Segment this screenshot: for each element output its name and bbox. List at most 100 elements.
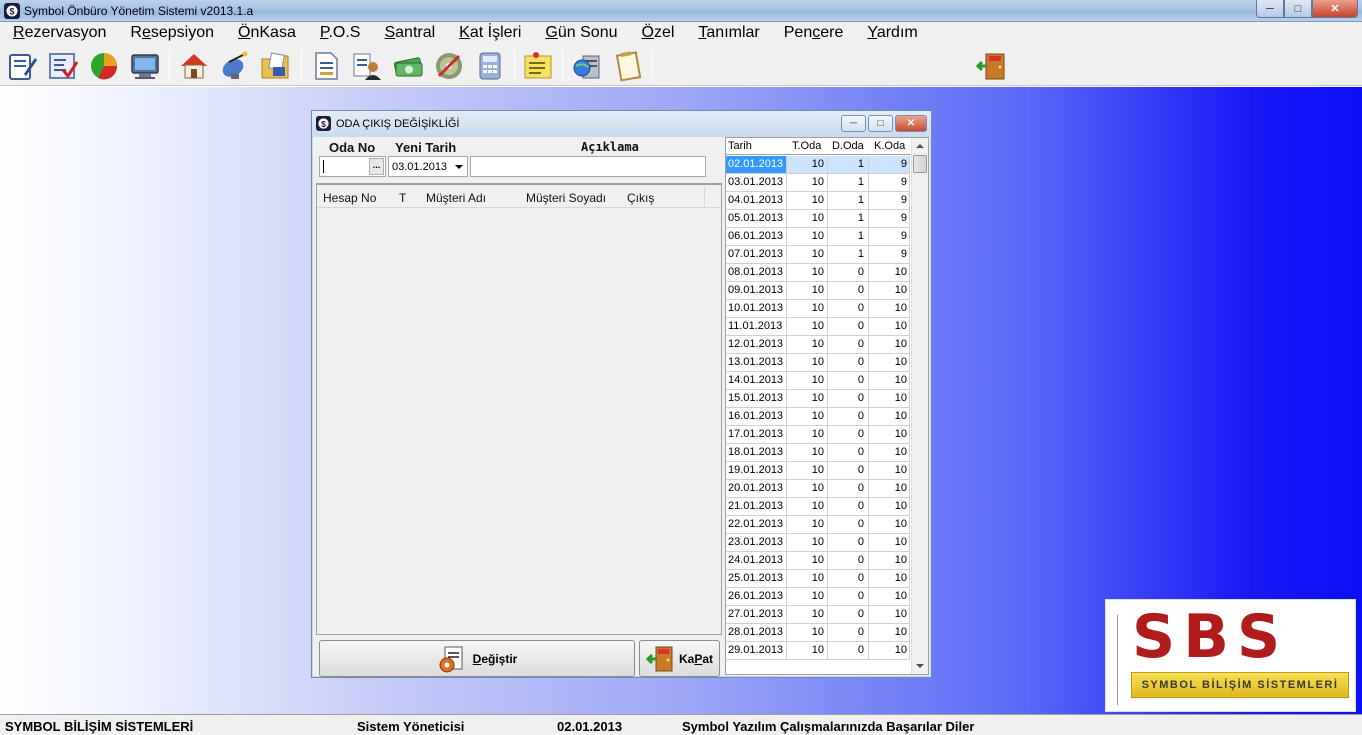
table-cell: 10 xyxy=(787,174,828,192)
folder-document-icon[interactable] xyxy=(260,50,292,82)
room-number-input[interactable]: ... xyxy=(319,156,386,177)
sticky-note-icon[interactable] xyxy=(522,50,554,82)
table-row[interactable]: 13.01.2013 10 0 10 xyxy=(726,354,911,372)
globe-server-icon[interactable] xyxy=(571,50,603,82)
checklist-icon[interactable] xyxy=(47,50,79,82)
table-row[interactable]: 05.01.2013 10 1 9 xyxy=(726,210,911,228)
table-row[interactable]: 24.01.2013 10 0 10 xyxy=(726,552,911,570)
table-cell: 0 xyxy=(828,552,869,570)
dialog-minimize-button[interactable]: ─ xyxy=(841,115,866,132)
table-cell: 0 xyxy=(828,462,869,480)
column-header-hesap-no[interactable]: Hesap No xyxy=(323,191,376,207)
table-row[interactable]: 27.01.2013 10 0 10 xyxy=(726,606,911,624)
table-cell: 0 xyxy=(828,408,869,426)
column-header-tarih[interactable]: Tarih xyxy=(728,140,752,152)
table-row[interactable]: 17.01.2013 10 0 10 xyxy=(726,426,911,444)
table-row[interactable]: 29.01.2013 10 0 10 xyxy=(726,642,911,660)
scroll-down-icon[interactable] xyxy=(916,664,924,668)
menu-item[interactable]: Özel xyxy=(634,22,681,46)
table-row[interactable]: 21.01.2013 10 0 10 xyxy=(726,498,911,516)
table-row[interactable]: 03.01.2013 10 1 9 xyxy=(726,174,911,192)
menu-item[interactable]: P.O.S xyxy=(313,22,368,46)
table-row[interactable]: 23.01.2013 10 0 10 xyxy=(726,534,911,552)
column-header-k-oda[interactable]: K.Oda xyxy=(874,140,905,152)
column-header-t-oda[interactable]: T.Oda xyxy=(792,140,821,152)
pie-chart-icon[interactable] xyxy=(88,50,120,82)
minimize-button[interactable]: ─ xyxy=(1256,0,1284,18)
description-input[interactable] xyxy=(470,156,706,177)
menu-item[interactable]: Resepsiyon xyxy=(123,22,221,46)
change-button[interactable]: Değiştir xyxy=(319,640,635,677)
table-row[interactable]: 14.01.2013 10 0 10 xyxy=(726,372,911,390)
table-row[interactable]: 12.01.2013 10 0 10 xyxy=(726,336,911,354)
money-icon[interactable] xyxy=(392,50,424,82)
table-row[interactable]: 18.01.2013 10 0 10 xyxy=(726,444,911,462)
reservation-edit-icon[interactable] xyxy=(6,50,38,82)
table-row[interactable]: 25.01.2013 10 0 10 xyxy=(726,570,911,588)
menu-item[interactable]: Gün Sonu xyxy=(538,22,624,46)
maximize-button[interactable]: □ xyxy=(1284,0,1312,18)
accounts-grid[interactable]: Hesap No T Müşteri Adı Müşteri Soyadı Çı… xyxy=(316,183,722,635)
exit-door-icon[interactable] xyxy=(976,50,1008,82)
logo-tagline: SYMBOL BİLİŞİM SİSTEMLERİ xyxy=(1131,672,1349,698)
dialog-close-button[interactable]: ✕ xyxy=(895,115,927,132)
document-report-icon[interactable] xyxy=(310,50,342,82)
table-row[interactable]: 09.01.2013 10 0 10 xyxy=(726,282,911,300)
column-header-cikis[interactable]: Çıkış xyxy=(627,191,654,207)
menu-item[interactable]: Santral xyxy=(377,22,442,46)
table-row[interactable]: 07.01.2013 10 1 9 xyxy=(726,246,911,264)
vertical-scrollbar[interactable] xyxy=(911,138,928,674)
table-row[interactable]: 22.01.2013 10 0 10 xyxy=(726,516,911,534)
menu-item[interactable]: Pencere xyxy=(777,22,851,46)
table-cell: 12.01.2013 xyxy=(726,336,787,354)
column-header-musteri-soyadi[interactable]: Müşteri Soyadı xyxy=(526,191,606,207)
menu-item[interactable]: Tanımlar xyxy=(691,22,766,46)
table-row[interactable]: 11.01.2013 10 0 10 xyxy=(726,318,911,336)
scroll-thumb[interactable] xyxy=(913,155,927,173)
menu-item-label: zel xyxy=(653,24,675,41)
column-header-t[interactable]: T xyxy=(399,191,406,207)
table-row[interactable]: 20.01.2013 10 0 10 xyxy=(726,480,911,498)
column-header-d-oda[interactable]: D.Oda xyxy=(832,140,864,152)
menu-item[interactable]: Yardım xyxy=(860,22,924,46)
table-row[interactable]: 19.01.2013 10 0 10 xyxy=(726,462,911,480)
menu-item[interactable]: Kat İşleri xyxy=(452,22,528,46)
satellite-dish-icon[interactable] xyxy=(219,50,251,82)
close-button[interactable]: ✕ xyxy=(1312,0,1358,18)
chevron-down-icon[interactable] xyxy=(455,165,463,169)
dialog-maximize-button[interactable]: □ xyxy=(868,115,893,132)
monitor-icon[interactable] xyxy=(129,50,161,82)
scroll-up-icon[interactable] xyxy=(916,144,924,148)
table-row[interactable]: 04.01.2013 10 1 9 xyxy=(726,192,911,210)
calculator-icon[interactable] xyxy=(474,50,506,82)
home-icon[interactable] xyxy=(178,50,210,82)
customer-document-icon[interactable] xyxy=(351,50,383,82)
table-cell: 10 xyxy=(787,516,828,534)
close-dialog-button[interactable]: KaPat xyxy=(639,640,720,677)
close-button-label: KaPat xyxy=(678,651,714,666)
table-row[interactable]: 08.01.2013 10 0 10 xyxy=(726,264,911,282)
cd-disc-icon[interactable] xyxy=(433,50,465,82)
table-cell: 10 xyxy=(787,498,828,516)
menu-item[interactable]: ÖnKasa xyxy=(231,22,303,46)
menu-item[interactable]: Rezervasyon xyxy=(6,22,113,46)
table-cell: 1 xyxy=(828,246,869,264)
blank-note-icon[interactable] xyxy=(612,50,644,82)
table-row[interactable]: 26.01.2013 10 0 10 xyxy=(726,588,911,606)
status-message: Symbol Yazılım Çalışmalarınızda Başarıla… xyxy=(682,719,975,734)
table-row[interactable]: 28.01.2013 10 0 10 xyxy=(726,624,911,642)
menu-item-label: anımlar xyxy=(706,24,760,41)
column-header-musteri-adi[interactable]: Müşteri Adı xyxy=(426,191,486,207)
room-availability-table[interactable]: Tarih T.Oda D.Oda K.Oda 02.01.2013 10 1 9 03… xyxy=(725,137,929,675)
menu-item-label: e xyxy=(141,24,151,41)
table-row[interactable]: 15.01.2013 10 0 10 xyxy=(726,390,911,408)
new-date-picker[interactable]: 03.01.2013 xyxy=(388,156,468,177)
table-row[interactable]: 02.01.2013 10 1 9 xyxy=(726,156,911,174)
table-row[interactable]: 10.01.2013 10 0 10 xyxy=(726,300,911,318)
table-row[interactable]: 06.01.2013 10 1 9 xyxy=(726,228,911,246)
table-cell: 10 xyxy=(787,372,828,390)
table-row[interactable]: 16.01.2013 10 0 10 xyxy=(726,408,911,426)
menu-item-label: .O.S xyxy=(328,24,361,41)
room-lookup-button[interactable]: ... xyxy=(369,158,384,175)
table-cell: 10 xyxy=(787,480,828,498)
